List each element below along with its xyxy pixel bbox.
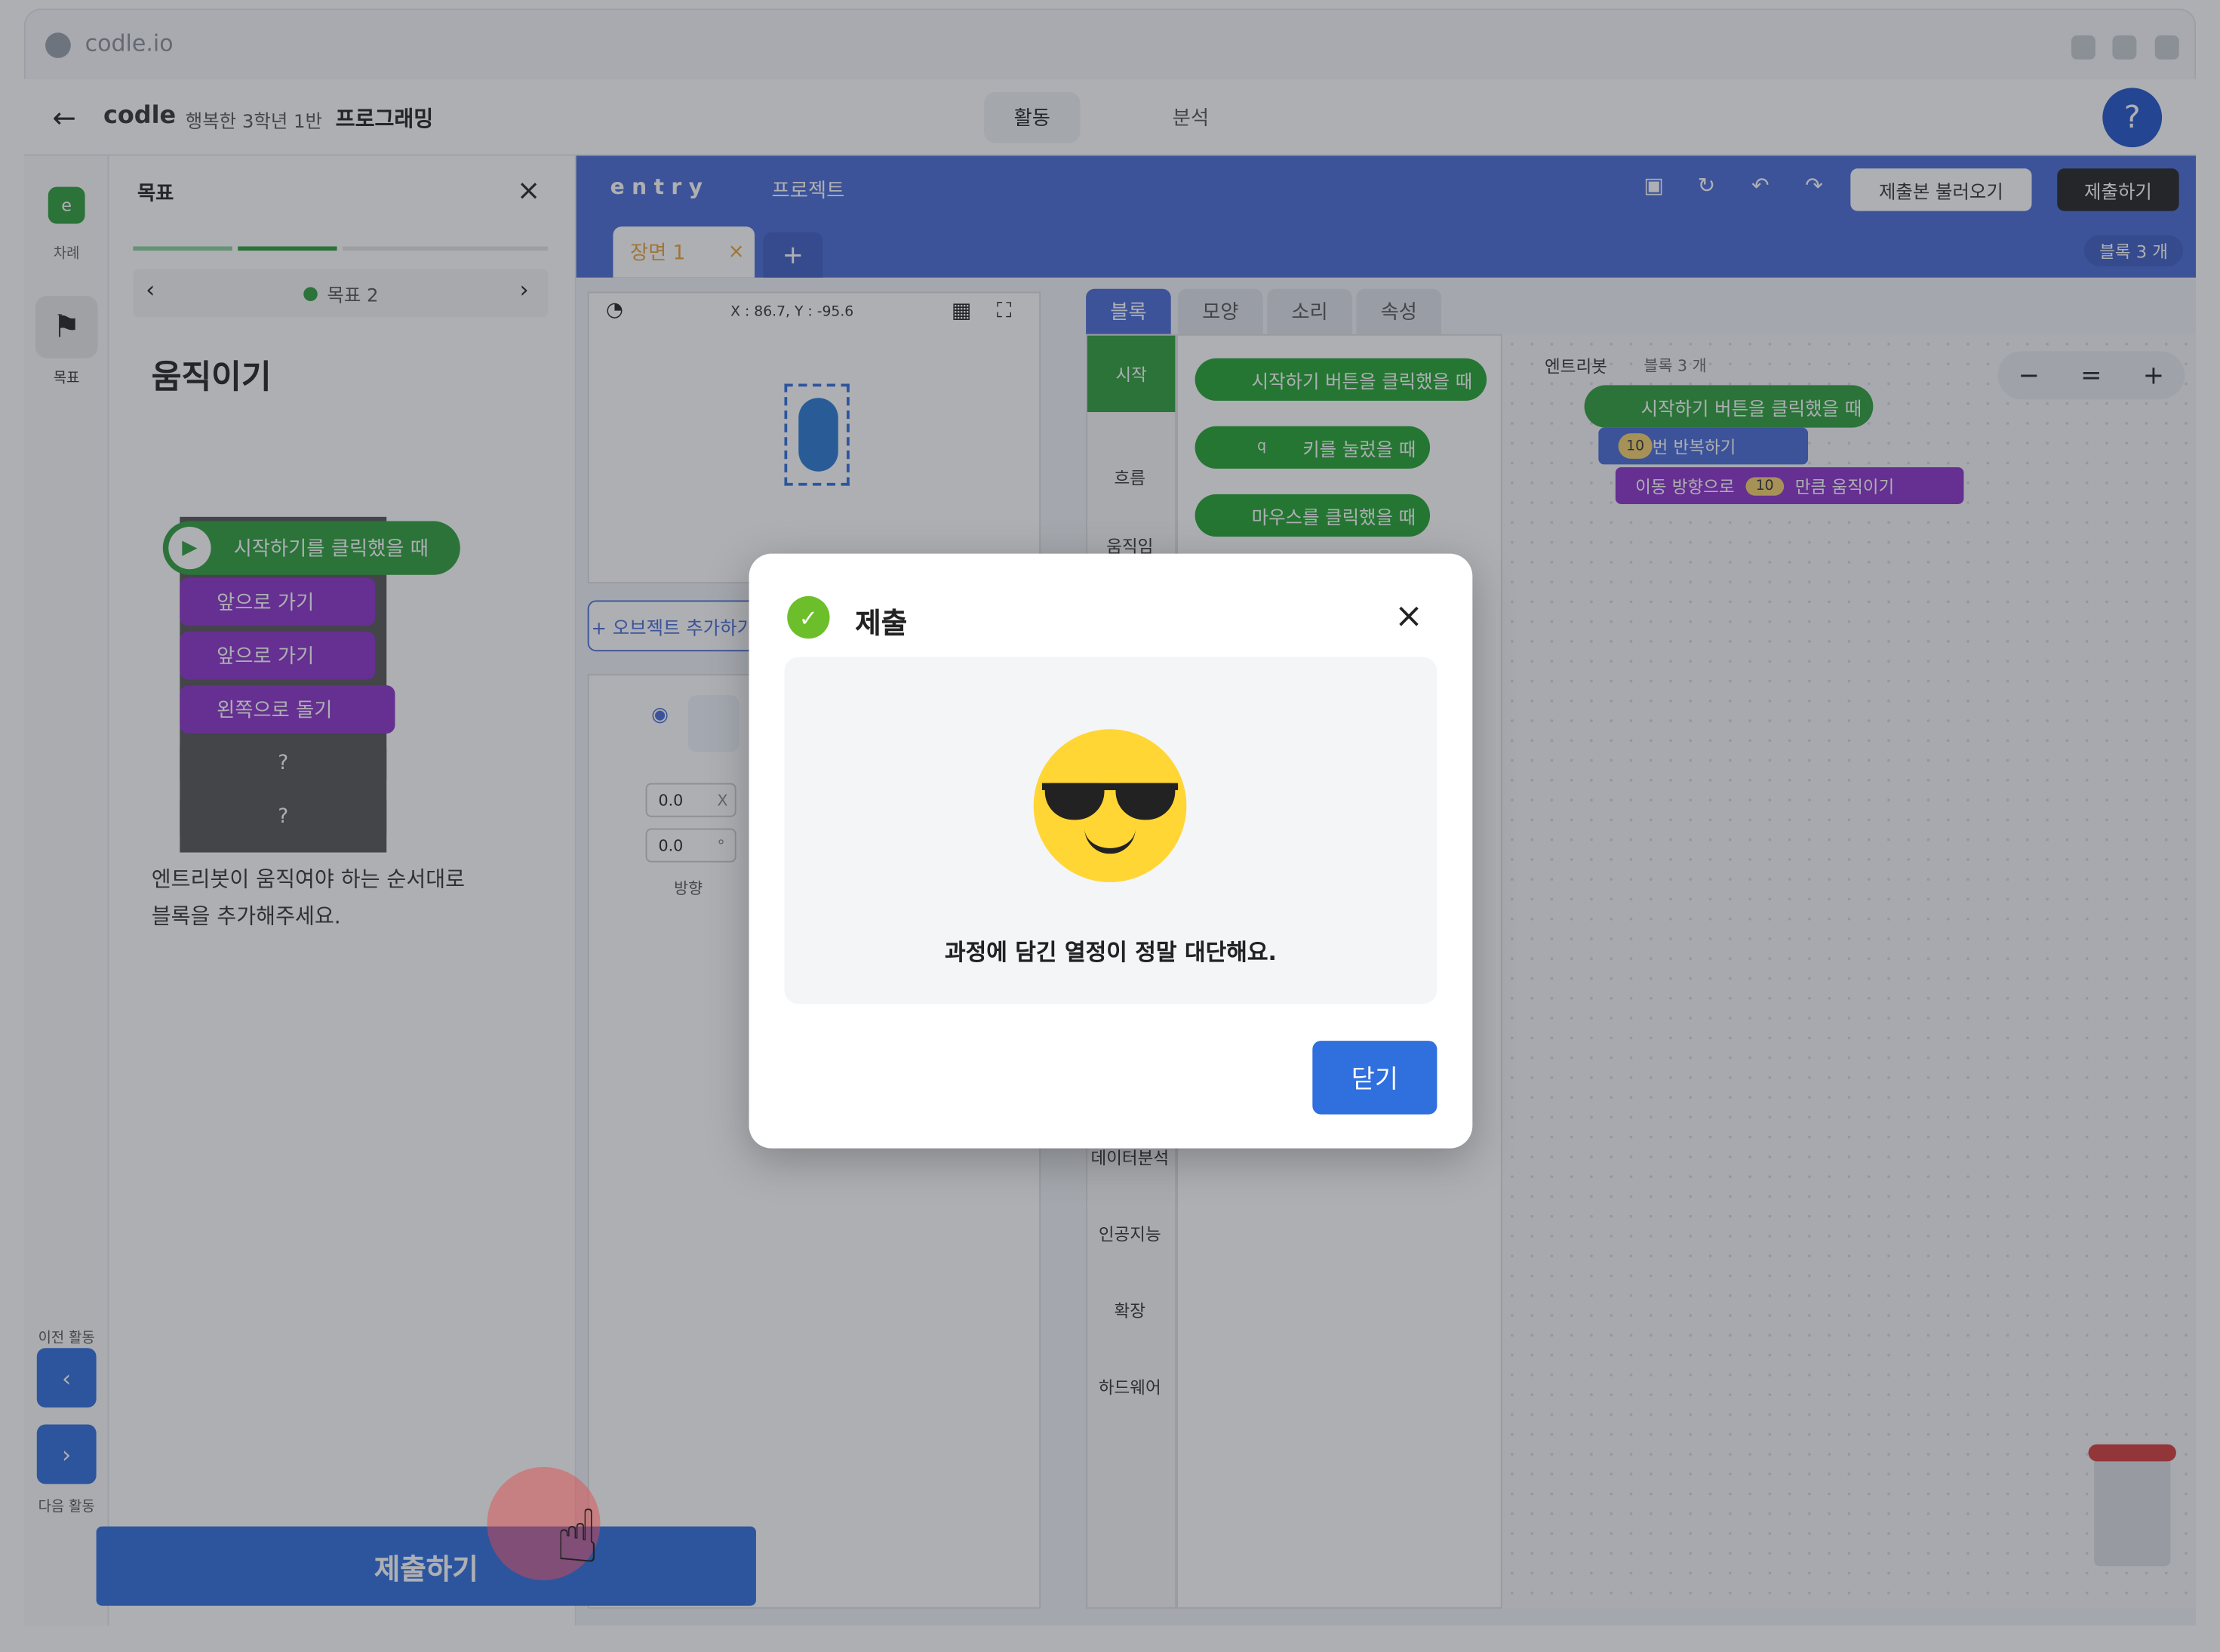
modal-title: 제출 [855,606,908,641]
close-icon[interactable]: × [1394,596,1423,636]
modal-close-button[interactable]: 닫기 [1312,1041,1437,1115]
check-icon: ✓ [787,595,830,639]
submit-modal: ✓ 제출 × 과정에 담긴 열정이 정말 대단해요. 닫기 [749,553,1473,1149]
modal-message: 과정에 담긴 열정이 정말 대단해요. [944,938,1277,966]
smile [1084,826,1136,854]
modal-body: 과정에 담긴 열정이 정말 대단해요. [784,657,1437,1004]
sunglass-bridge [1041,783,1179,790]
sunglasses-emoji-icon [1033,729,1187,882]
pointer-hand-icon: ☝ [555,1495,600,1580]
